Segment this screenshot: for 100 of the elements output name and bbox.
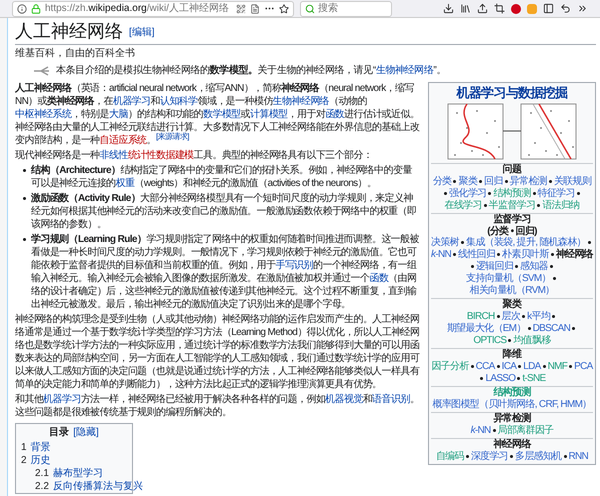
upload-icon[interactable]: [477, 3, 488, 14]
link[interactable]: OPTICS: [473, 335, 506, 346]
toc-link[interactable]: 反向传播算法与复兴: [52, 480, 143, 493]
link[interactable]: LDA: [523, 361, 541, 372]
link[interactable]: 感知器: [520, 261, 548, 272]
branch-icon: [33, 66, 51, 76]
link[interactable]: 聚类: [458, 176, 478, 187]
link[interactable]: NMF: [548, 361, 568, 372]
list-item-text: 激励函数（Activity Rule）大部分神经网络模型具有一个短时间尺度的动力学规则，来定义神经元如何根据其他神经元的活动来改变自己的激励值。一般激励函数依赖于网络中的权重（即该网络的参数）。: [31, 192, 418, 231]
link[interactable]: 手写识别: [275, 260, 314, 271]
link[interactable]: 计算模型: [250, 109, 288, 120]
link[interactable]: 支持向量机（SVM）: [466, 273, 551, 284]
info-icon[interactable]: [17, 4, 27, 14]
link[interactable]: 多层感知机: [515, 451, 562, 462]
overflow-menu-icon[interactable]: [577, 3, 588, 14]
link[interactable]: 机器学习: [112, 96, 150, 107]
link[interactable]: 强化学习: [449, 188, 486, 199]
sidebar-icon[interactable]: [543, 3, 554, 14]
link[interactable]: 期望最大化（EM）: [446, 323, 526, 334]
link[interactable]: 权重: [116, 178, 134, 189]
section-heading: 降维: [502, 349, 523, 361]
edit-link[interactable]: [编辑]: [129, 25, 155, 40]
citation-needed-link[interactable]: [来源请求]: [156, 132, 189, 141]
link[interactable]: 集成（装袋, 提升, 随机森林）: [466, 237, 586, 248]
link[interactable]: 深度学习: [470, 451, 508, 462]
link[interactable]: 数学模型: [203, 109, 241, 120]
link[interactable]: 生物神经网络: [376, 65, 434, 76]
link[interactable]: 非线性: [100, 150, 128, 161]
list-item-text: 结构（Architecture）结构指定了网络中的变量和它们的拓扑关系。例如，神经网络中的变量可以是神经元连接的权重（weights）和神经元的激励值（activities of the neurons）。: [31, 164, 413, 190]
back-arrow-icon[interactable]: [560, 3, 571, 14]
search-field[interactable]: 搜索: [300, 0, 392, 16]
link[interactable]: 概率图模型（贝叶斯网络, CRF, HMM）: [432, 399, 592, 410]
crop-icon[interactable]: [494, 3, 505, 14]
link[interactable]: 朴素贝叶斯: [502, 249, 549, 260]
bookmark-star-icon[interactable]: [279, 4, 289, 14]
link[interactable]: 机器学习: [43, 394, 81, 405]
link[interactable]: 特征学习: [538, 188, 575, 199]
link[interactable]: 异常检测: [510, 176, 547, 187]
section-heading: 问题: [502, 164, 522, 176]
link[interactable]: 回归: [484, 176, 503, 187]
link[interactable]: k-NN: [470, 425, 491, 436]
link[interactable]: k平均: [527, 311, 550, 322]
link[interactable]: LASSO: [485, 373, 516, 384]
toc-title: 目录: [49, 426, 70, 439]
link[interactable]: CCA: [476, 361, 495, 372]
paragraph: 人工神经网络（英语：artificial neural network，缩写ANN），简称神经网络（neural network，缩写NN）或类神经网络，在机器学习和认知科学领域，是一种模仿生物神经网络（动物的 中枢神经系统，特别是大脑）的结构和功能的数学模型或计算模型，用于对函数进行估计或近似。神经网络由大量的人工神经元联结进行计算。大多数情况下人工神经网络能在外界信息的基础上改变内部结构，是一种自适应系统。$^{[来源请求]}$: [15, 82, 420, 147]
section-heading: 神经网络: [492, 439, 532, 451]
link[interactable]: 函数: [369, 273, 388, 284]
tagline: 维基百科，自由的百科全书: [15, 48, 136, 60]
link[interactable]: BIRCH: [466, 311, 495, 322]
link[interactable]: 在线学习: [444, 200, 482, 211]
link[interactable]: 均值飘移: [513, 335, 551, 346]
toc-link[interactable]: 背景: [30, 441, 51, 454]
link[interactable]: PCA: [574, 361, 593, 372]
link[interactable]: 因子分析: [431, 361, 469, 372]
link[interactable]: k-NN: [431, 249, 452, 260]
link[interactable]: 生物神经网络: [272, 96, 330, 107]
reader-view-icon[interactable]: [250, 4, 260, 14]
link[interactable]: 自适应系统: [100, 135, 147, 146]
link[interactable]: 中枢神经系统: [15, 109, 72, 120]
link[interactable]: 相关向量机（RVM）: [469, 285, 555, 296]
link[interactable]: 决策树: [431, 237, 459, 248]
link[interactable]: 线性回归: [458, 249, 496, 260]
link[interactable]: 统计性数据建模: [128, 150, 194, 161]
toc-number: 2.1: [35, 467, 49, 480]
toc-number: 2.2: [35, 480, 49, 493]
link[interactable]: 函数: [325, 109, 344, 120]
link[interactable]: 认知科学: [160, 96, 198, 107]
toc-number: 2: [21, 454, 27, 467]
search-icon: [305, 4, 315, 14]
link[interactable]: 自编码: [436, 451, 464, 462]
qr-code-icon[interactable]: [236, 4, 246, 14]
toc-link[interactable]: 历史: [30, 454, 51, 467]
link[interactable]: ICA: [502, 361, 516, 372]
infobox-title[interactable]: 机器学习与数据挖掘: [431, 85, 593, 101]
link[interactable]: 大脑: [109, 109, 128, 120]
link[interactable]: 局部离群因子: [498, 425, 554, 436]
link[interactable]: 层次: [502, 311, 520, 322]
link[interactable]: 关联规则: [554, 176, 592, 187]
link[interactable]: 语音识别: [372, 394, 410, 405]
section-heading: 异常检测: [492, 413, 532, 424]
link[interactable]: 语法归纳: [542, 200, 580, 211]
page-title: 人工神经网络: [15, 20, 123, 42]
toc-link[interactable]: 赫布型学习: [52, 467, 103, 480]
section-heading: 聚类: [502, 299, 523, 311]
link[interactable]: 半监督学习: [488, 200, 536, 211]
current-page-text: 神经网络: [556, 249, 593, 260]
address-bar[interactable]: https://zh.wikipedia.org/wiki/人工神经网络: [12, 0, 294, 16]
link[interactable]: 逻辑回归: [476, 261, 514, 272]
search-input[interactable]: 搜索: [318, 1, 387, 16]
link[interactable]: 结构预测: [493, 188, 531, 199]
link[interactable]: RNN: [568, 451, 588, 462]
toc-toggle-link[interactable]: [隐藏]: [73, 426, 99, 439]
section-subtitle: (分类 • 回归): [486, 226, 538, 237]
link[interactable]: 机器视觉: [325, 394, 363, 405]
link[interactable]: DBSCAN: [532, 323, 570, 334]
download-icon[interactable]: [443, 3, 454, 14]
link[interactable]: t-SNE: [522, 373, 546, 384]
library-icon[interactable]: [460, 3, 471, 14]
link[interactable]: 分类: [432, 176, 452, 187]
